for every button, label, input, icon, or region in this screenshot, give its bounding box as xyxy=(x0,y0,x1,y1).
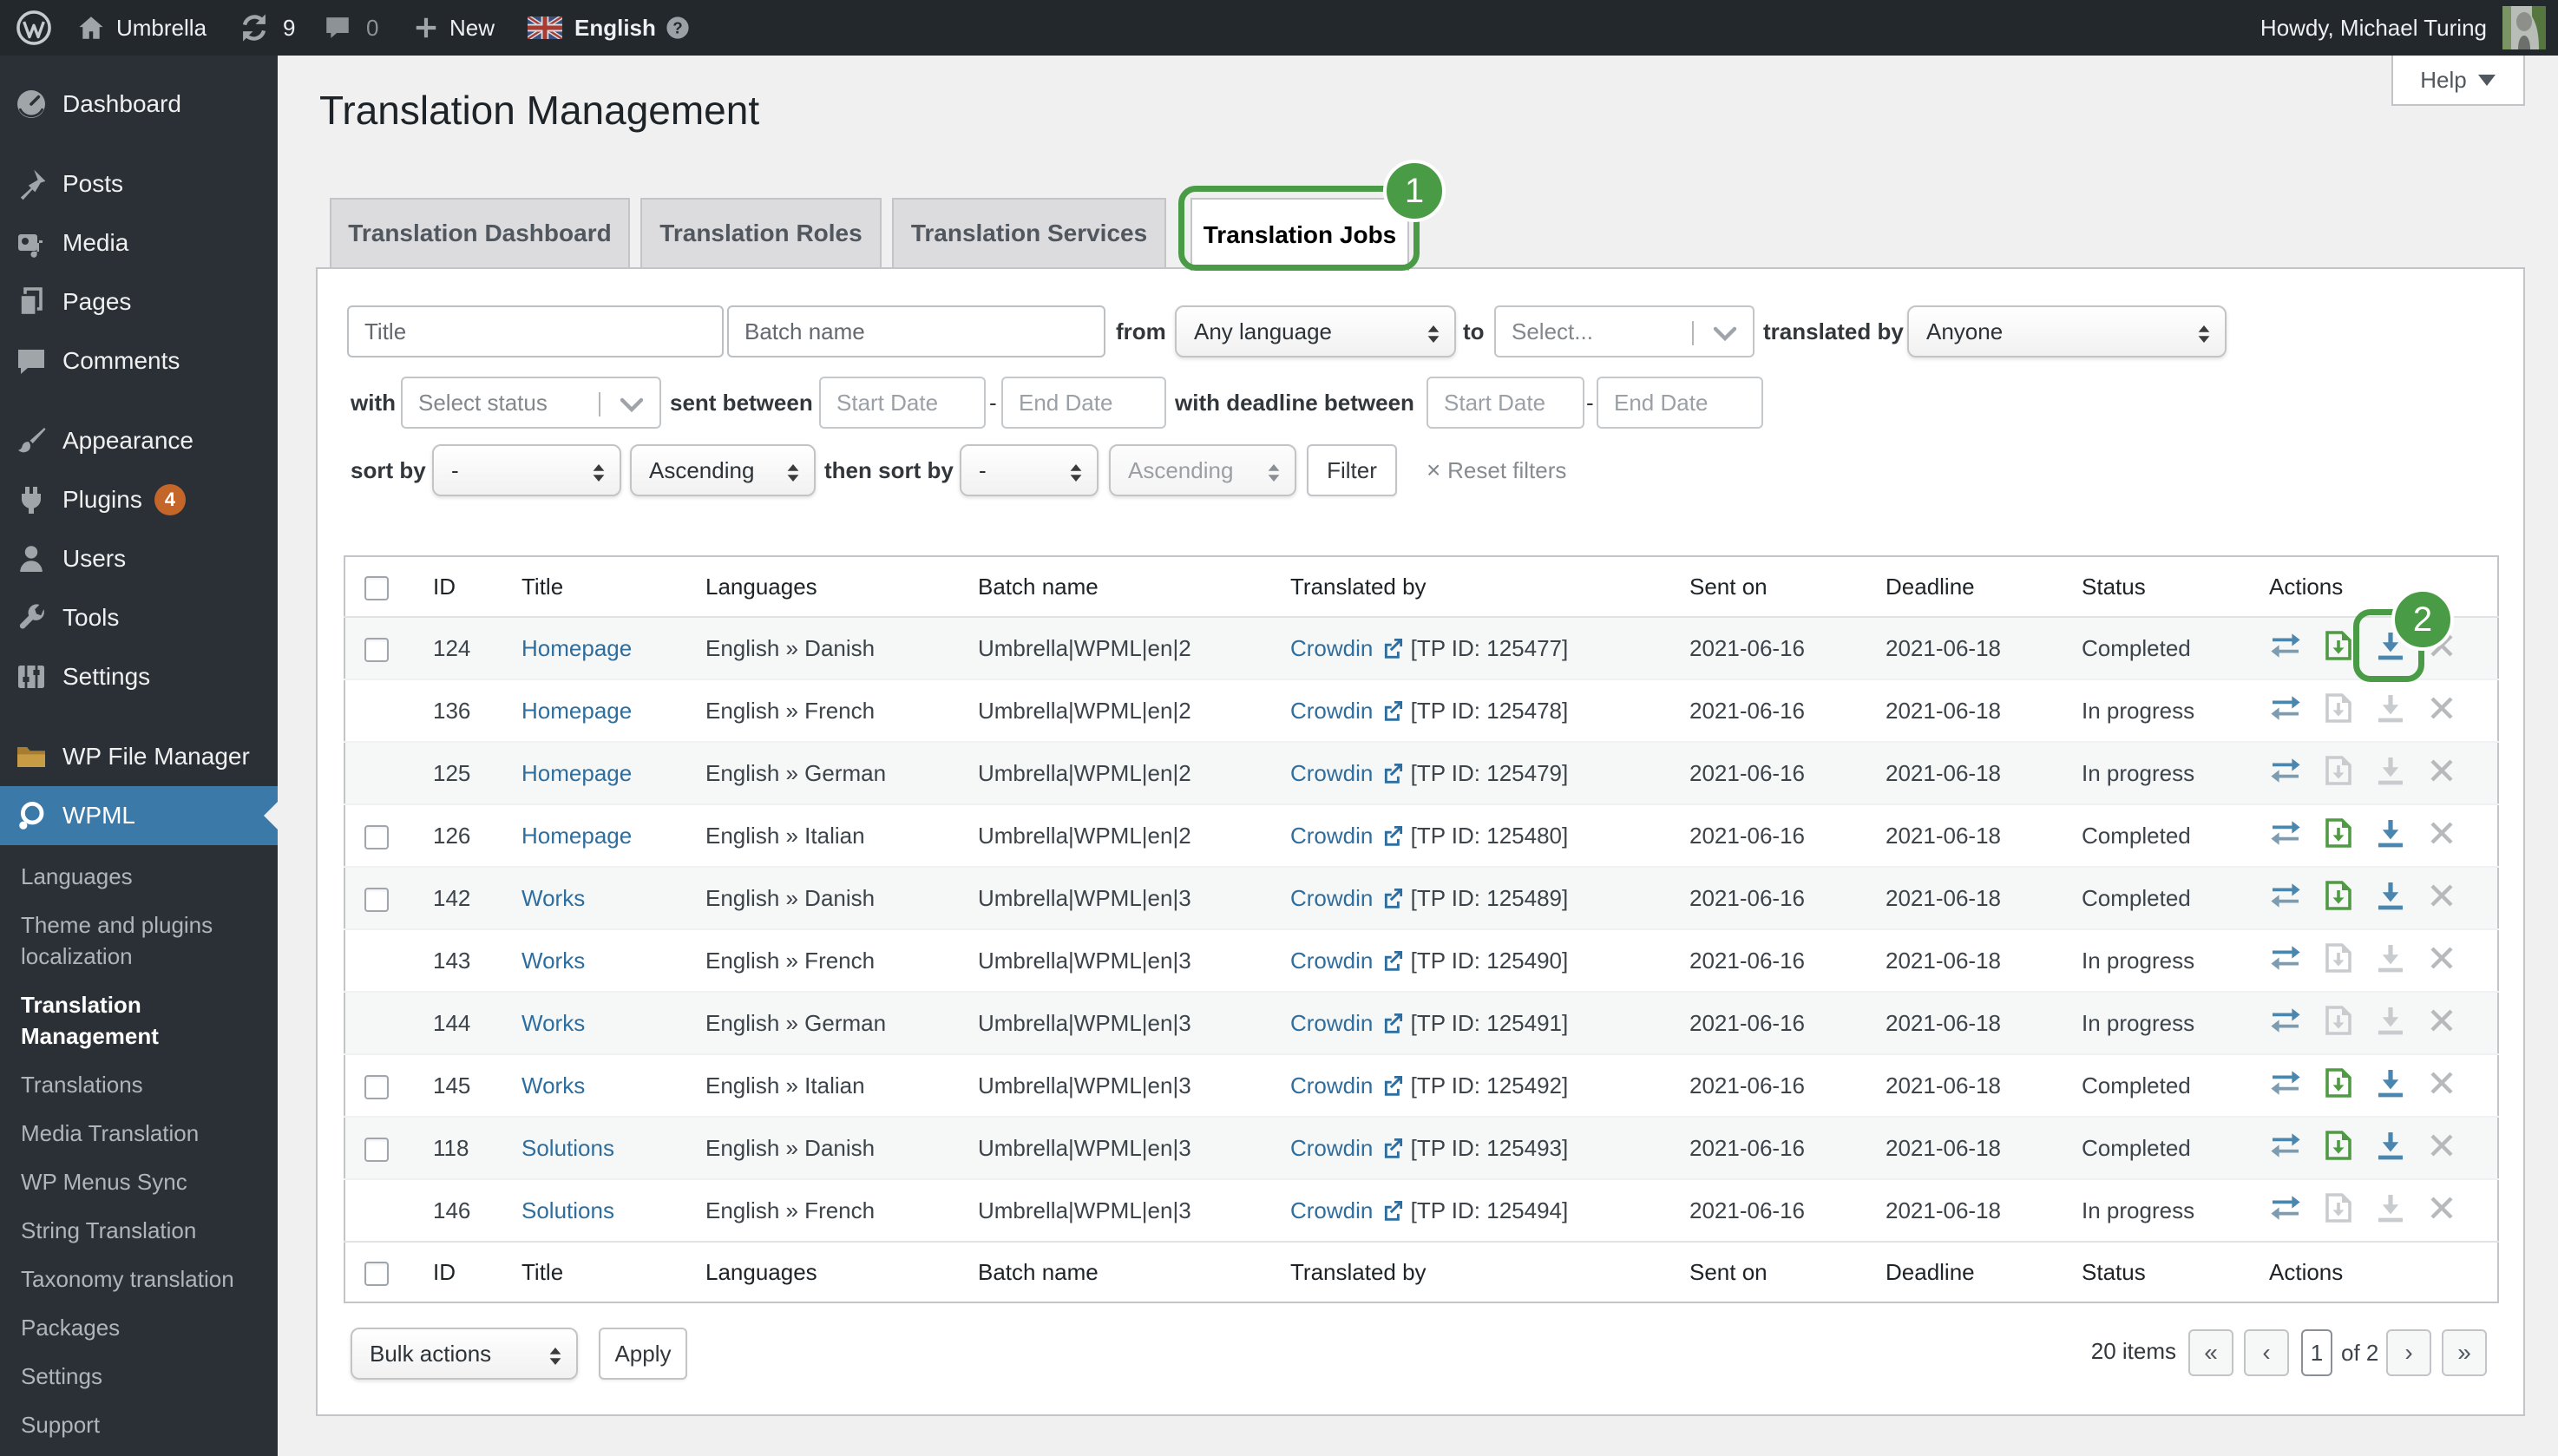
svg-text:?: ? xyxy=(672,18,682,36)
